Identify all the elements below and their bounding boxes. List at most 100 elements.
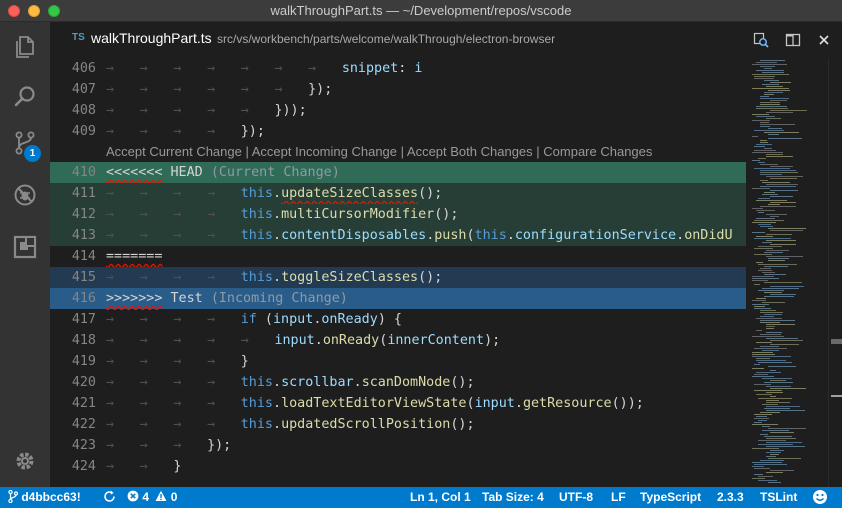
problems-status[interactable]: 4 0 bbox=[127, 490, 177, 504]
compare-changes-link[interactable]: Compare Changes bbox=[543, 144, 652, 159]
code-line[interactable]: 417 → → → → if (input.onReady) { bbox=[50, 309, 746, 330]
code-line[interactable]: 422 → → → → this.updatedScrollPosition(); bbox=[50, 414, 746, 435]
line-number: 418 bbox=[71, 333, 96, 348]
indent-guide-arrow: → bbox=[139, 186, 148, 201]
code-line[interactable]: 411 → → → → this.updateSizeClasses(); bbox=[50, 183, 746, 204]
code-line[interactable]: 420 → → → → this.scrollbar.scanDomNode(); bbox=[50, 372, 746, 393]
code-line[interactable]: 406 → → → → → → → snippet: i bbox=[50, 58, 746, 79]
code-token: . bbox=[314, 333, 323, 348]
warning-icon bbox=[155, 490, 167, 501]
search-button[interactable] bbox=[0, 74, 50, 120]
code-editor[interactable]: 406 → → → → → → → snippet: i 407 → → → → → →}); 408 → → → → →… bbox=[50, 58, 746, 487]
code-line[interactable]: 410 <<<<<<< HEAD (Current Change) bbox=[50, 162, 746, 183]
minimap-line bbox=[758, 162, 765, 163]
code-token: this bbox=[240, 270, 273, 285]
typescript-version-status[interactable]: 2.3.3 bbox=[717, 490, 744, 504]
feedback-button[interactable] bbox=[812, 489, 828, 508]
code-line[interactable]: 419 → → → →} bbox=[50, 351, 746, 372]
minimap-line bbox=[752, 114, 769, 115]
code-token: input bbox=[274, 333, 315, 348]
code-line[interactable]: 418 → → → → → input.onReady(innerContent); bbox=[50, 330, 746, 351]
sync-button[interactable] bbox=[103, 490, 116, 504]
indent-guide-arrow: → bbox=[207, 375, 216, 390]
code-line[interactable]: 412 → → → → this.multiCursorModifier(); bbox=[50, 204, 746, 225]
line-number: 422 bbox=[71, 417, 96, 432]
minimap-line bbox=[766, 456, 776, 457]
code-line[interactable]: 408 → → → → →})); bbox=[50, 100, 746, 121]
manage-button[interactable] bbox=[0, 438, 50, 484]
code-line[interactable]: 421 → → → → this.loadTextEditorViewState(inpu… bbox=[50, 393, 746, 414]
open-changes-button[interactable] bbox=[752, 31, 770, 49]
close-editor-button[interactable] bbox=[815, 31, 833, 49]
code-token: innerContent bbox=[387, 333, 485, 348]
minimap-line bbox=[758, 362, 792, 363]
minimap-line bbox=[762, 302, 785, 303]
minimap-line bbox=[752, 160, 760, 161]
files-icon bbox=[16, 36, 34, 58]
debug-button[interactable] bbox=[0, 172, 50, 218]
indent-guide-arrow: → bbox=[139, 312, 148, 327]
minimap-line bbox=[770, 294, 796, 295]
code-line[interactable]: 415 → → → → this.toggleSizeClasses(); bbox=[50, 267, 746, 288]
code-line[interactable]: 416 >>>>>>> Test (Incoming Change) bbox=[50, 288, 746, 309]
cursor-position[interactable]: Ln 1, Col 1 bbox=[410, 490, 471, 504]
indent-guide-arrow: → bbox=[274, 61, 283, 76]
indent-guide-arrow: → bbox=[207, 103, 216, 118]
minimap-line bbox=[766, 410, 805, 411]
minimap-line bbox=[770, 196, 793, 197]
code-token: this bbox=[240, 186, 273, 201]
accept-both-changes-link[interactable]: Accept Both Changes bbox=[407, 144, 533, 159]
indent-guide-arrow: → bbox=[106, 438, 115, 453]
minimap-line bbox=[766, 214, 787, 215]
tab-size-status[interactable]: Tab Size: 4 bbox=[482, 490, 544, 504]
accept-current-change-link[interactable]: Accept Current Change bbox=[106, 144, 242, 159]
code-token: (); bbox=[450, 417, 475, 432]
explorer-button[interactable] bbox=[0, 24, 50, 70]
code-line[interactable]: 424 → →} bbox=[50, 456, 746, 477]
indent-guide-arrow: → bbox=[139, 459, 148, 474]
split-editor-button[interactable] bbox=[784, 31, 802, 49]
code-token: })); bbox=[274, 103, 307, 118]
vertical-scrollbar[interactable] bbox=[828, 58, 842, 487]
language-mode-status[interactable]: TypeScript bbox=[640, 490, 701, 504]
code-line[interactable]: 409 → → → →}); bbox=[50, 121, 746, 142]
indent-guide-arrow: → bbox=[139, 61, 148, 76]
gear-icon bbox=[16, 452, 34, 470]
indent-guide-arrow: → bbox=[106, 375, 115, 390]
code-line[interactable]: 407 → → → → → →}); bbox=[50, 79, 746, 100]
code-line[interactable]: 423 → → →}); bbox=[50, 435, 746, 456]
code-line[interactable]: 413 → → → → this.contentDisposables.push(this… bbox=[50, 225, 746, 246]
line-text: → → → → → →}); bbox=[106, 79, 332, 100]
tslint-status[interactable]: TSLint bbox=[760, 490, 797, 504]
minimap-line bbox=[770, 450, 784, 451]
minimap-line bbox=[770, 286, 804, 287]
code-token: <<<<<<< bbox=[106, 165, 163, 180]
line-text: → → → → if (input.onReady) { bbox=[106, 309, 402, 330]
code-token: . bbox=[273, 375, 282, 390]
accept-incoming-change-link[interactable]: Accept Incoming Change bbox=[252, 144, 397, 159]
indent-guide-arrow: → bbox=[207, 228, 216, 243]
minimap-line bbox=[764, 92, 783, 93]
encoding-status[interactable]: UTF-8 bbox=[559, 490, 593, 504]
branch-status[interactable]: d4bbcc63! bbox=[8, 489, 81, 504]
indent-guide-arrow: → bbox=[173, 270, 182, 285]
code-token: }); bbox=[207, 438, 232, 453]
line-number: 416 bbox=[71, 291, 96, 306]
minimap[interactable] bbox=[750, 58, 830, 487]
minimap-line bbox=[766, 234, 792, 235]
minimap-line bbox=[756, 62, 777, 63]
code-line[interactable]: 414 ======= bbox=[50, 246, 746, 267]
minimap-line bbox=[760, 226, 773, 227]
minimap-line bbox=[764, 274, 786, 275]
indent-guide-arrow: → bbox=[139, 228, 148, 243]
indent-guide-arrow: → bbox=[106, 207, 115, 222]
source-control-button[interactable]: 1 bbox=[0, 120, 50, 166]
minimap-line bbox=[762, 194, 778, 195]
minimap-line bbox=[760, 142, 768, 143]
minimap-line bbox=[762, 350, 779, 351]
indent-guide-arrow: → bbox=[207, 333, 216, 348]
minimap-line bbox=[760, 186, 796, 187]
extensions-button[interactable] bbox=[0, 224, 50, 270]
indent-guide-arrow: → bbox=[106, 124, 115, 139]
eol-status[interactable]: LF bbox=[611, 490, 626, 504]
